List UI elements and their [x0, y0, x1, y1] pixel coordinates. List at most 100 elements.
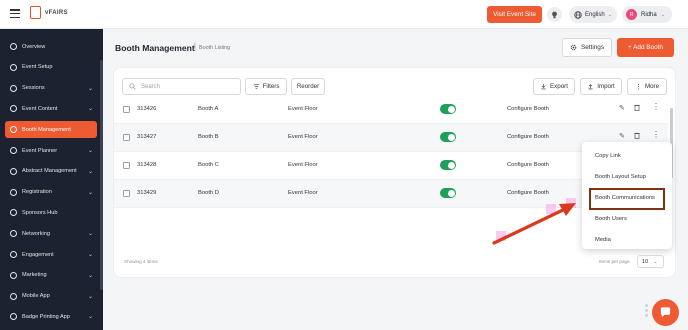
menu-item-booth-layout-setup[interactable]: Booth Layout Setup — [595, 174, 646, 180]
sidebar-item-label: Marketing — [22, 272, 47, 279]
nav-icon — [10, 126, 17, 134]
nav-icon — [10, 147, 17, 154]
sidebar-item-booth-management[interactable]: Booth Management — [5, 121, 97, 139]
sidebar-item-label: Event Setup — [22, 64, 53, 71]
sidebar-item-label: Mobile App — [22, 293, 50, 300]
booth-id: 313427 — [137, 134, 157, 140]
sidebar-scrollbar[interactable] — [100, 60, 103, 290]
edit-icon[interactable]: ✎ — [619, 132, 625, 140]
app-logo[interactable]: vFAIRS — [30, 6, 68, 19]
nav-icon — [10, 292, 17, 300]
chat-button[interactable] — [652, 299, 679, 326]
configure-booth-link[interactable]: Configure Booth — [507, 162, 549, 168]
search-input[interactable]: Search — [122, 78, 241, 95]
logo-icon — [30, 6, 41, 19]
booth-enabled-toggle[interactable] — [440, 104, 456, 114]
sidebar-item-mobile-app[interactable]: Mobile App ⌄ — [5, 288, 97, 305]
language-selector[interactable]: English ⌄ — [569, 6, 617, 23]
nav-icon — [10, 167, 17, 175]
chevron-down-icon: ⌄ — [87, 189, 93, 196]
chevron-down-icon: ⌄ — [660, 11, 665, 18]
sidebar-item-label: Sponsors Hub — [22, 209, 58, 216]
row-checkbox[interactable] — [123, 134, 130, 141]
kebab-icon[interactable]: ⋮ — [652, 131, 660, 139]
chevron-down-icon: ⌄ — [87, 293, 93, 300]
menu-icon[interactable] — [10, 9, 20, 19]
breadcrumb[interactable]: Booth Listing — [199, 45, 230, 51]
more-button[interactable]: ⋮ More — [627, 78, 667, 95]
sidebar-item-engagement[interactable]: Engagement ⌄ — [5, 246, 97, 263]
trash-icon[interactable] — [634, 132, 640, 141]
chevron-down-icon: ⌄ — [87, 168, 93, 175]
export-button[interactable]: Export — [533, 78, 575, 95]
booth-id: 313426 — [137, 106, 157, 112]
chevron-down-icon: ⌄ — [87, 148, 93, 154]
sidebar-item-label: Overview — [22, 43, 46, 50]
menu-item-booth-users[interactable]: Booth Users — [595, 216, 627, 222]
drag-handle[interactable] — [645, 304, 650, 321]
booth-enabled-toggle[interactable] — [440, 188, 456, 198]
sidebar-item-sponsors-hub[interactable]: Sponsors Hub — [5, 204, 97, 221]
configure-booth-link[interactable]: Configure Booth — [507, 134, 549, 140]
sidebar-item-label: Networking — [22, 230, 50, 237]
kebab-icon[interactable]: ⋮ — [652, 103, 660, 111]
sidebar-item-label: Engagement — [22, 251, 54, 258]
booth-name: Booth C — [198, 162, 219, 168]
add-booth-button[interactable]: + Add Booth — [617, 38, 674, 57]
user-menu[interactable]: R Ridha ⌄ — [622, 6, 672, 23]
edit-icon[interactable]: ✎ — [619, 104, 625, 112]
user-name: Ridha — [641, 11, 657, 18]
annotation-arrow — [492, 198, 576, 245]
booth-name: Booth A — [198, 106, 219, 112]
nav-icon — [10, 209, 17, 217]
filter-icon — [253, 84, 259, 89]
sidebar-item-sessions[interactable]: Sessions ⌄ — [5, 80, 97, 97]
sidebar-item-label: Booth Management — [22, 126, 71, 133]
row-checkbox[interactable] — [123, 162, 130, 169]
lightbulb-icon[interactable] — [547, 7, 562, 22]
sidebar-item-networking[interactable]: Networking ⌄ — [5, 225, 97, 242]
chevron-down-icon: ⌄ — [87, 272, 93, 279]
language-label: English — [585, 11, 605, 18]
items-per-page-select[interactable]: 10 ⌄ — [637, 255, 664, 268]
menu-item-media[interactable]: Media — [595, 237, 611, 243]
search-placeholder: Search — [141, 83, 161, 90]
menu-item-copy-link[interactable]: Copy Link — [595, 153, 621, 159]
visit-event-site-button[interactable]: Visit Event Site — [487, 6, 542, 23]
configure-booth-link[interactable]: Configure Booth — [507, 106, 549, 112]
trash-icon[interactable] — [634, 104, 640, 113]
sidebar-item-registration[interactable]: Registration ⌄ — [5, 184, 97, 201]
nav-icon — [10, 271, 17, 279]
nav-icon — [10, 230, 17, 238]
sidebar-item-abstract-management[interactable]: Abstract Management ⌄ — [5, 163, 97, 180]
nav-icon — [10, 313, 17, 321]
import-button[interactable]: Import — [580, 78, 622, 95]
row-checkbox[interactable] — [123, 190, 130, 197]
chevron-down-icon: ⌄ — [653, 258, 658, 265]
nav-icon — [10, 188, 17, 196]
booth-enabled-toggle[interactable] — [440, 132, 456, 142]
chat-icon — [660, 307, 671, 318]
booth-id: 313428 — [137, 162, 157, 168]
row-checkbox[interactable] — [123, 106, 130, 113]
sidebar-item-label: Event Planner — [22, 147, 58, 154]
filters-button[interactable]: Filters — [245, 78, 287, 95]
settings-label: Settings — [580, 44, 605, 51]
booth-location: Event Floor — [288, 162, 318, 168]
booth-name: Booth D — [198, 190, 219, 196]
reorder-button[interactable]: Reorder — [291, 78, 325, 95]
sidebar-item-badge-printing-app[interactable]: Badge Printing App ⌄ — [5, 308, 97, 325]
sidebar-item-event-planner[interactable]: Event Planner ⌄ — [5, 142, 97, 159]
export-label: Export — [550, 83, 568, 90]
settings-button[interactable]: Settings — [562, 38, 612, 57]
booth-enabled-toggle[interactable] — [440, 160, 456, 170]
logo-text: vFAIRS — [45, 9, 68, 16]
more-label: More — [644, 83, 660, 90]
sidebar-item-marketing[interactable]: Marketing ⌄ — [5, 267, 97, 284]
sidebar-item-overview[interactable]: Overview — [5, 38, 97, 55]
sidebar-item-label: Event Content — [22, 105, 58, 112]
sidebar-item-event-setup[interactable]: Event Setup — [5, 59, 97, 76]
nav-icon — [10, 43, 17, 50]
sidebar-item-event-content[interactable]: Event Content ⌄ — [5, 100, 97, 117]
showing-count: Showing 4 items — [124, 259, 158, 264]
